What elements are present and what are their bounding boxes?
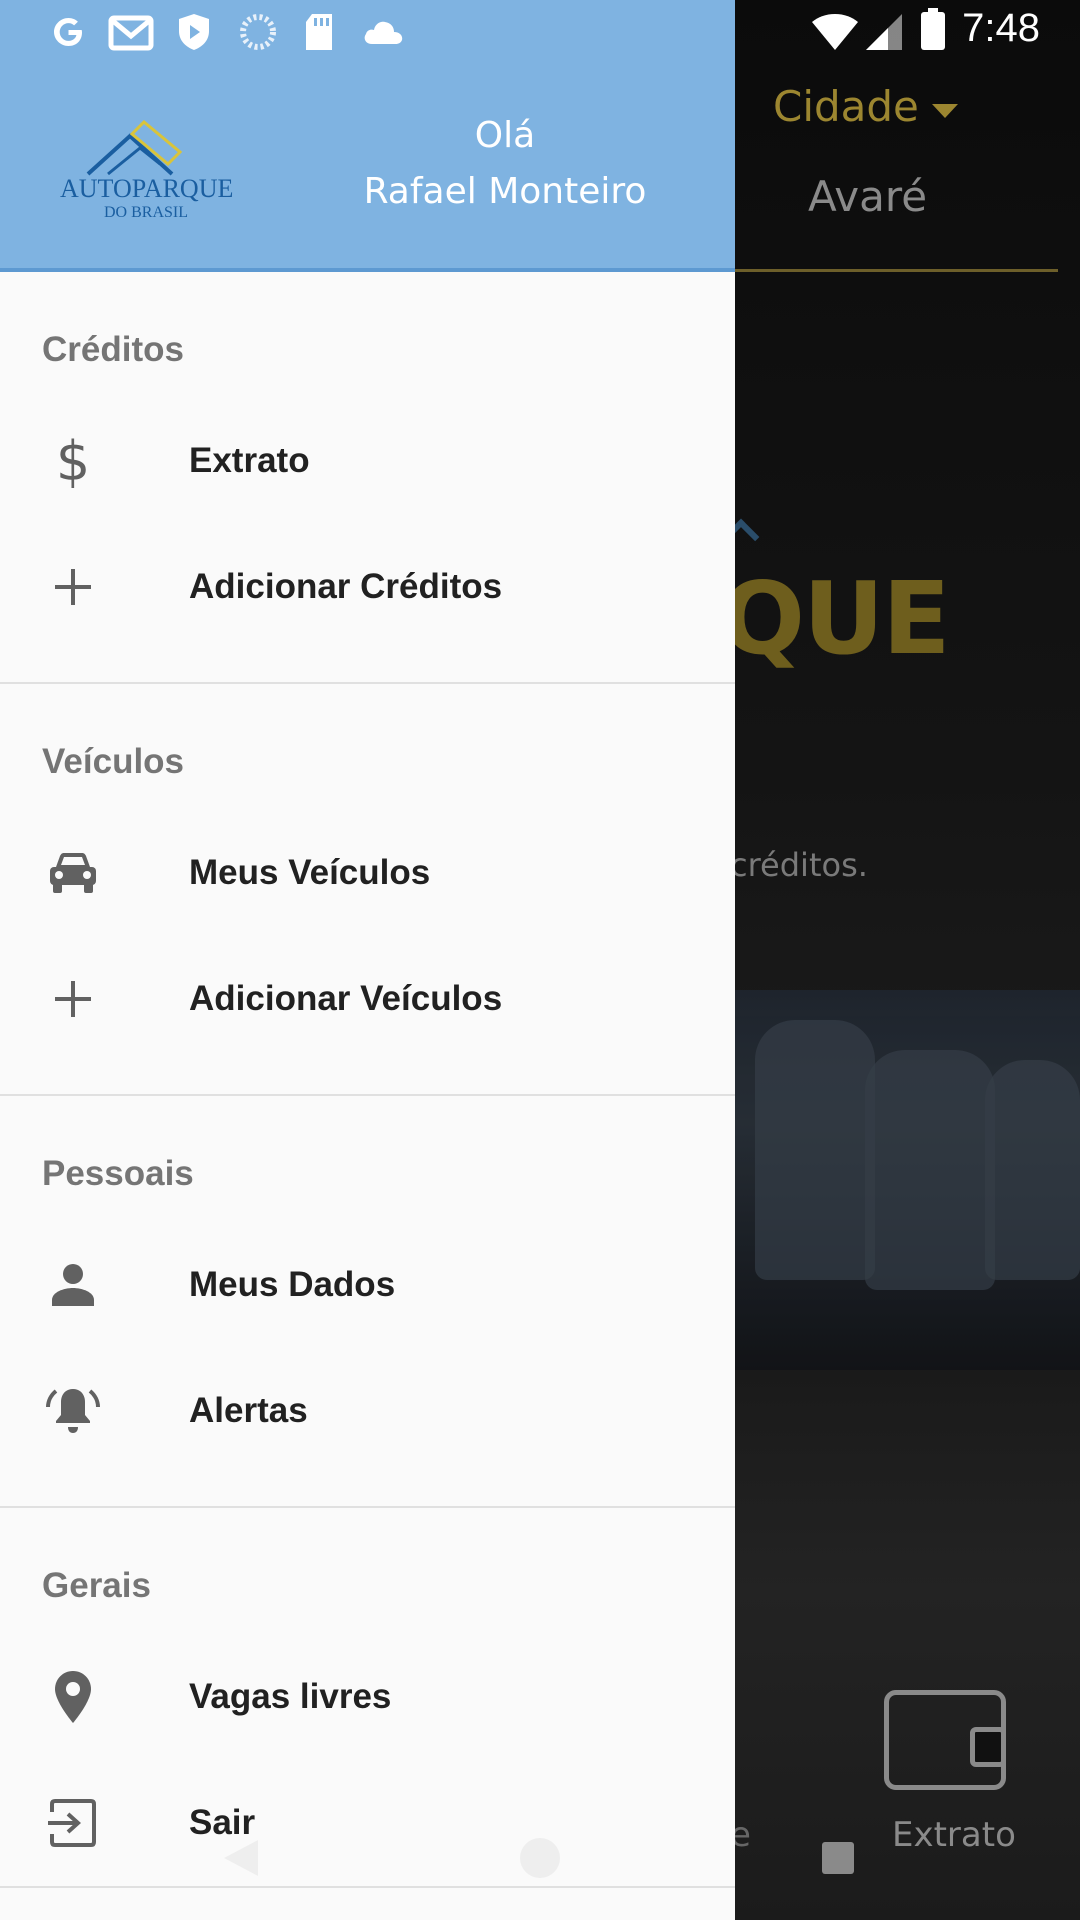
plus-icon bbox=[44, 970, 102, 1028]
section-pessoais: Pessoais Meus Dados Alertas bbox=[0, 1096, 735, 1508]
bell-ring-icon bbox=[44, 1382, 102, 1440]
status-bar: 7:48 bbox=[0, 0, 1080, 63]
menu-item-sair[interactable]: Sair bbox=[0, 1760, 735, 1886]
menu-label: Sair bbox=[189, 1803, 256, 1842]
background-hint-text: créditos. bbox=[730, 846, 868, 884]
gmail-icon bbox=[108, 15, 154, 51]
city-label[interactable]: Cidade bbox=[773, 82, 919, 131]
section-title: Veículos bbox=[42, 742, 185, 781]
background-cars-photo bbox=[735, 990, 1080, 1370]
cloud-icon bbox=[364, 21, 403, 44]
menu-label: Vagas livres bbox=[189, 1677, 392, 1716]
menu-item-alertas[interactable]: Alertas bbox=[0, 1348, 735, 1474]
section-title: Créditos bbox=[42, 330, 184, 369]
menu-item-adicionar-creditos[interactable]: Adicionar Créditos bbox=[0, 524, 735, 650]
battery-icon bbox=[921, 8, 945, 50]
menu-item-extrato[interactable]: $ Extrato bbox=[0, 398, 735, 524]
city-underline bbox=[735, 269, 1058, 272]
wifi-icon bbox=[812, 14, 858, 50]
menu-label: Adicionar Créditos bbox=[189, 567, 503, 606]
shield-play-icon bbox=[179, 14, 209, 50]
person-icon bbox=[44, 1256, 102, 1314]
section-title: Pessoais bbox=[42, 1154, 194, 1193]
section-gerais: Gerais Vagas livres Sair bbox=[0, 1508, 735, 1888]
back-button-icon[interactable] bbox=[222, 1838, 260, 1878]
logo-text: AUTOPARQUE bbox=[60, 174, 234, 203]
svg-text:$: $ bbox=[56, 432, 90, 490]
menu-label: Meus Veículos bbox=[189, 853, 431, 892]
menu-label: Extrato bbox=[189, 441, 310, 480]
location-pin-icon bbox=[44, 1668, 102, 1726]
sync-icon bbox=[240, 14, 276, 50]
menu-item-meus-dados[interactable]: Meus Dados bbox=[0, 1222, 735, 1348]
background-logo-text: QUE bbox=[720, 560, 951, 677]
plus-icon bbox=[44, 558, 102, 616]
sd-card-icon bbox=[306, 14, 332, 50]
dollar-icon: $ bbox=[44, 432, 102, 490]
logo-subtext: DO BRASIL bbox=[103, 204, 188, 221]
city-dropdown-caret-icon[interactable] bbox=[932, 104, 958, 118]
user-name: Rafael Monteiro bbox=[363, 171, 647, 212]
bottom-nav-extrato-label[interactable]: Extrato bbox=[892, 1815, 1016, 1855]
home-button-icon[interactable] bbox=[520, 1838, 560, 1878]
city-value[interactable]: Avaré bbox=[808, 172, 927, 221]
menu-item-vagas-livres[interactable]: Vagas livres bbox=[0, 1634, 735, 1760]
section-title: Gerais bbox=[42, 1566, 151, 1605]
signal-icon bbox=[866, 14, 902, 50]
menu-label: Adicionar Veículos bbox=[189, 979, 503, 1018]
section-veiculos: Veículos Meus Veículos Adicionar Veículo… bbox=[0, 684, 735, 1096]
navigation-drawer: AUTOPARQUE DO BRASIL Olá Rafael Monteiro… bbox=[0, 0, 735, 1920]
recents-button-icon[interactable] bbox=[822, 1842, 854, 1874]
mountain-logo-icon bbox=[86, 119, 183, 176]
menu-label: Meus Dados bbox=[189, 1265, 396, 1304]
greeting-text: Olá bbox=[474, 115, 536, 156]
menu-item-adicionar-veiculos[interactable]: Adicionar Veículos bbox=[0, 936, 735, 1062]
menu-item-meus-veiculos[interactable]: Meus Veículos bbox=[0, 810, 735, 936]
exit-icon bbox=[44, 1794, 102, 1852]
section-creditos: Créditos $ Extrato Adicionar Créditos bbox=[0, 272, 735, 684]
autoparque-logo: AUTOPARQUE DO BRASIL bbox=[60, 118, 234, 228]
google-icon bbox=[54, 18, 82, 46]
menu-label: Alertas bbox=[189, 1391, 308, 1430]
car-icon bbox=[44, 844, 102, 902]
status-time: 7:48 bbox=[962, 6, 1040, 50]
wallet-icon[interactable] bbox=[884, 1690, 1006, 1790]
user-greeting: Olá Rafael Monteiro bbox=[330, 108, 680, 220]
